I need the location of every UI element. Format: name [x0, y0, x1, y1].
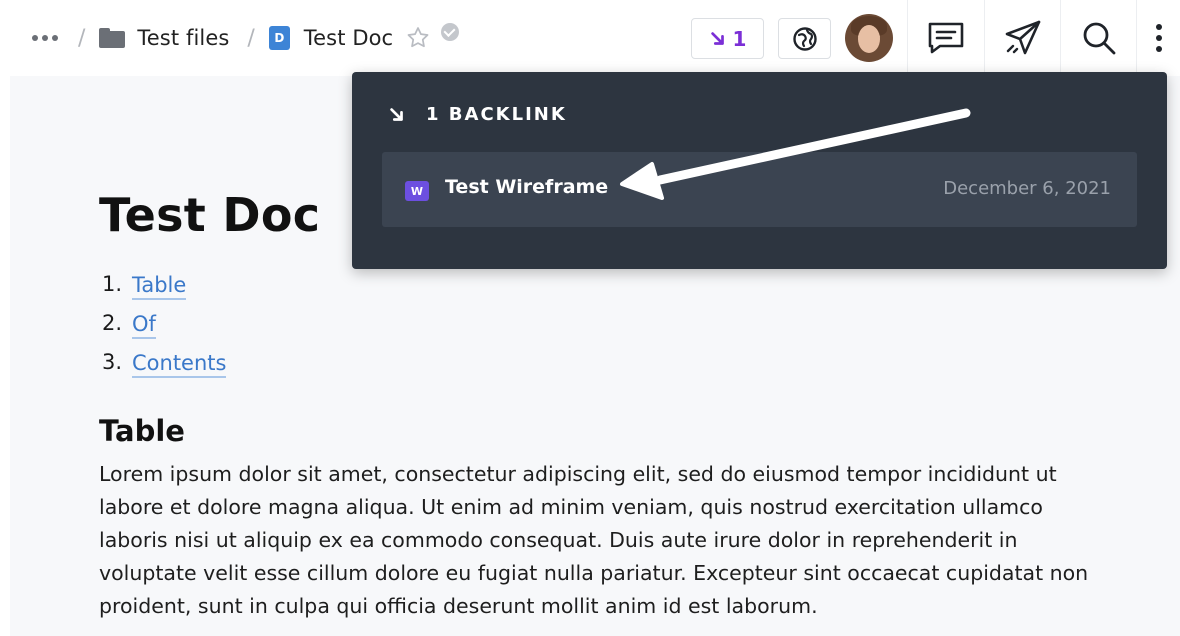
backlinks-popover: 1 BACKLINK W Test Wireframe December 6, … [352, 72, 1167, 269]
backlink-title: Test Wireframe [445, 176, 609, 198]
list-item: 1. Table [102, 272, 226, 311]
search-button[interactable] [1060, 0, 1136, 76]
breadcrumb-separator: / [247, 25, 255, 51]
body-paragraph[interactable]: Lorem ipsum dolor sit amet, consectetur … [99, 458, 1109, 623]
send-icon [1005, 20, 1040, 55]
backlink-arrow-icon [390, 107, 403, 121]
list-item: 2. Of [102, 311, 226, 350]
star-icon[interactable] [405, 25, 431, 51]
breadcrumb-folder-link[interactable]: Test files [137, 26, 229, 50]
toc-link-contents[interactable]: Contents [132, 350, 227, 378]
backlinks-count: 1 [732, 26, 747, 51]
avatar[interactable] [845, 14, 893, 62]
page-title[interactable]: Test Doc [99, 188, 320, 242]
backlinks-heading-label: 1 BACKLINK [426, 104, 567, 125]
breadcrumb-separator: / [78, 25, 86, 51]
backlink-date: December 6, 2021 [943, 178, 1111, 199]
top-bar: / Test files / D Test Doc 1 [0, 0, 1180, 76]
backlink-item[interactable]: W Test Wireframe December 6, 2021 [382, 152, 1137, 227]
toc-link-of[interactable]: Of [132, 311, 156, 339]
backlinks-button[interactable]: 1 [691, 18, 764, 59]
more-options-button[interactable] [1136, 0, 1180, 76]
list-number: 2. [102, 311, 123, 335]
breadcrumb: / Test files / D Test Doc [32, 0, 460, 76]
globe-icon [792, 26, 817, 51]
toc-link-table[interactable]: Table [132, 272, 187, 300]
backlinks-heading: 1 BACKLINK [388, 104, 567, 125]
table-of-contents: 1. Table 2. Of 3. Contents [102, 272, 227, 389]
search-icon [1083, 22, 1115, 55]
backlink-arrow-icon [710, 31, 724, 45]
list-number: 3. [102, 350, 123, 374]
more-vertical-icon [1155, 24, 1162, 52]
wireframe-icon: W [405, 181, 429, 201]
comments-button[interactable] [907, 0, 983, 76]
list-number: 1. [102, 272, 123, 296]
verified-check-icon[interactable] [441, 23, 460, 41]
publish-button[interactable] [984, 0, 1060, 76]
section-heading[interactable]: Table [99, 414, 185, 448]
document-type-icon: D [268, 26, 290, 50]
share-globe-button[interactable] [778, 18, 831, 59]
more-horizontal-icon[interactable] [32, 26, 60, 50]
breadcrumb-document-title[interactable]: Test Doc [304, 26, 393, 50]
list-item: 3. Contents [102, 350, 227, 389]
comment-icon [928, 22, 963, 54]
folder-icon [99, 28, 126, 48]
